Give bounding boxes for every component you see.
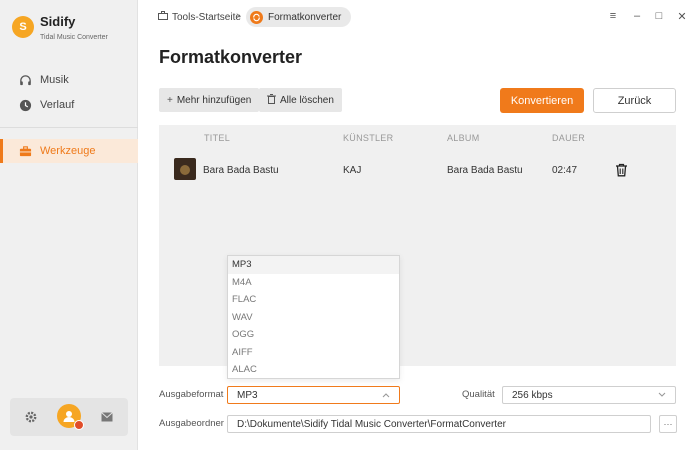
sidebar-item-werkzeuge[interactable]: Werkzeuge [0, 139, 138, 163]
track-title: Bara Bada Bastu [203, 165, 279, 176]
maximize-icon[interactable]: □ [652, 9, 666, 23]
sidebar-item-label: Werkzeuge [40, 145, 96, 157]
sidebar-divider [0, 127, 138, 128]
quality-select[interactable]: 256 kbps [502, 386, 676, 404]
mail-icon[interactable] [99, 409, 115, 425]
convert-button[interactable]: Konvertieren [500, 88, 584, 113]
format-option-ogg[interactable]: OGG [228, 326, 399, 344]
headphones-icon [18, 73, 32, 87]
close-icon[interactable]: ✕ [675, 9, 689, 23]
clear-all-label: Alle löschen [280, 94, 334, 106]
chevron-up-icon [382, 391, 390, 400]
quality-label: Qualität [462, 389, 495, 400]
breadcrumb-separator: › [236, 10, 240, 22]
app-name: Sidify [40, 14, 76, 29]
plus-icon: + [167, 94, 173, 106]
chevron-down-icon [658, 391, 666, 400]
sidebar-item-label: Musik [40, 74, 69, 86]
format-option-mp3[interactable]: MP3 [228, 256, 399, 274]
toolbox-icon [158, 11, 168, 23]
toolbox-icon [18, 144, 32, 158]
output-folder-field[interactable]: D:\Dokumente\Sidify Tidal Music Converte… [227, 415, 651, 433]
output-format-value: MP3 [237, 389, 258, 401]
format-option-aiff[interactable]: AIFF [228, 344, 399, 362]
format-dropdown-list: MP3 M4A FLAC WAV OGG AIFF ALAC [227, 255, 400, 379]
browse-folder-button[interactable]: ··· [659, 415, 677, 433]
add-more-button[interactable]: + Mehr hinzufügen [159, 88, 260, 112]
format-option-flac[interactable]: FLAC [228, 291, 399, 309]
delete-track-icon[interactable] [615, 163, 629, 177]
format-option-wav[interactable]: WAV [228, 309, 399, 327]
output-format-label: Ausgabeformat [159, 389, 224, 400]
quality-value: 256 kbps [512, 389, 553, 401]
sidebar-item-musik[interactable]: Musik [0, 68, 138, 92]
track-album: Bara Bada Bastu [447, 165, 523, 176]
menu-icon[interactable]: ≡ [606, 9, 620, 23]
sidebar: S Sidify Tidal Music Converter Musik Ver… [0, 0, 138, 450]
breadcrumb-home[interactable]: Tools-Startseite [158, 11, 241, 23]
album-cover [174, 158, 196, 180]
sidebar-item-label: Verlauf [40, 99, 75, 111]
trash-icon [267, 93, 276, 107]
column-header-artist: KÜNSTLER [343, 133, 394, 143]
output-format-select[interactable]: MP3 [227, 386, 400, 404]
sidebar-item-verlauf[interactable]: Verlauf [0, 93, 138, 117]
app-logo-icon: S [12, 16, 34, 38]
clock-icon [18, 98, 32, 112]
minimize-icon[interactable]: – [630, 9, 644, 23]
convert-icon [250, 10, 263, 24]
app-subtitle: Tidal Music Converter [40, 34, 108, 41]
avatar[interactable] [57, 404, 84, 430]
output-folder-label: Ausgabeordner [159, 418, 224, 429]
top-bar: Tools-Startseite › Formatkonverter ≡ – □… [138, 0, 700, 34]
sidebar-footer [10, 398, 128, 436]
format-option-alac[interactable]: ALAC [228, 361, 399, 379]
gear-icon[interactable] [23, 409, 39, 425]
track-duration: 02:47 [552, 165, 578, 176]
table-row[interactable]: Bara Bada Bastu KAJ Bara Bada Bastu 02:4… [159, 153, 676, 183]
track-artist: KAJ [343, 165, 362, 176]
breadcrumb-home-label: Tools-Startseite [172, 11, 241, 23]
back-button[interactable]: Zurück [593, 88, 676, 113]
page-title: Formatkonverter [159, 47, 303, 67]
column-header-album: ALBUM [447, 133, 480, 143]
user-status-icon [74, 420, 84, 430]
brand: S Sidify Tidal Music Converter [12, 14, 108, 43]
breadcrumb-current-label: Formatkonverter [268, 11, 342, 23]
add-more-label: Mehr hinzufügen [176, 94, 252, 106]
column-header-title: TITEL [204, 133, 231, 143]
format-option-m4a[interactable]: M4A [228, 274, 399, 292]
output-folder-value: D:\Dokumente\Sidify Tidal Music Converte… [237, 418, 506, 430]
clear-all-button[interactable]: Alle löschen [259, 88, 342, 112]
breadcrumb-current: Formatkonverter [246, 7, 352, 27]
column-header-duration: DAUER [552, 133, 586, 143]
